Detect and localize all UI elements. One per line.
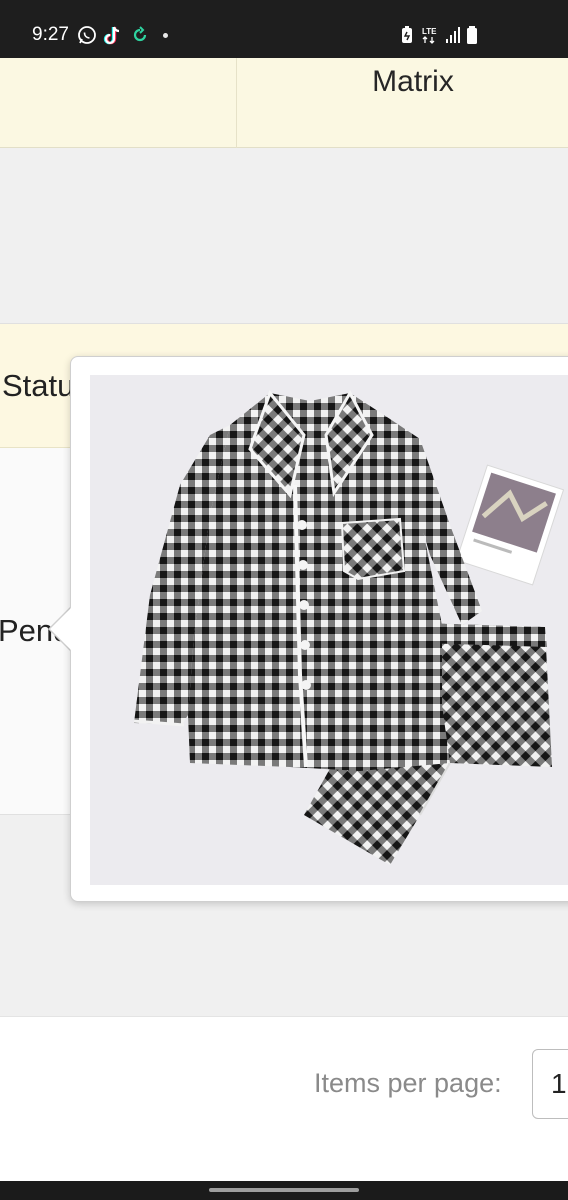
whatsapp-icon [78,26,96,44]
items-per-page-select[interactable]: 1 [532,1049,568,1119]
sync-icon [133,26,147,42]
tiktok-icon [103,26,120,45]
system-nav-bar [0,1181,568,1200]
image-preview-popover [70,356,568,902]
lte-icon: LTE [422,27,437,44]
product-image[interactable] [90,375,568,885]
status-time: 9:27 [32,24,69,45]
column-divider [236,58,237,148]
pagination-footer: Items per page: 1 [0,1016,568,1181]
items-per-page-label: Items per page: [314,1068,502,1098]
notification-dot [163,33,168,38]
battery-saver-icon [402,26,412,43]
items-per-page-value: 1 [551,1068,567,1099]
status-bar: 9:27 LTE [0,0,568,58]
svg-text:LTE: LTE [422,27,437,36]
home-handle[interactable] [209,1188,359,1192]
matrix-column-header[interactable]: Matrix [238,64,568,100]
popover-arrow-inner [50,607,72,651]
table-header-row: Matrix [0,58,568,148]
signal-icon [446,27,460,43]
battery-icon [467,26,477,44]
